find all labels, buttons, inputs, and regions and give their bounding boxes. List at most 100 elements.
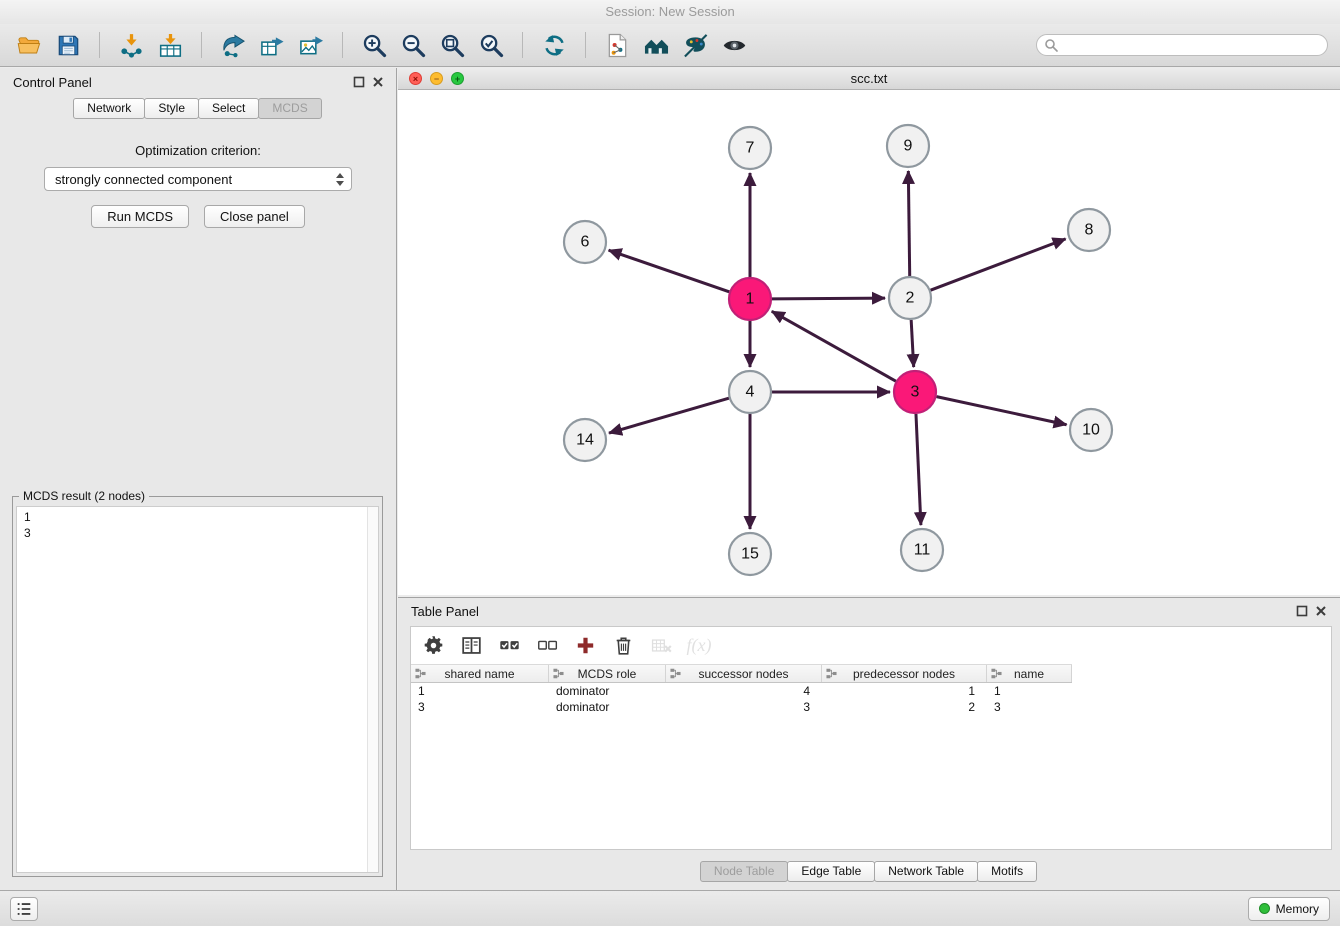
main-area: Control Panel NetworkStyleSelectMCDS Opt…	[0, 68, 1340, 890]
zoom-fit-button[interactable]	[435, 29, 469, 61]
table-cell: 2	[822, 699, 987, 715]
edge-4-14[interactable]	[609, 398, 729, 433]
export-network-button[interactable]	[216, 29, 250, 61]
zoom-out-button[interactable]	[396, 29, 430, 61]
float-table-panel-icon[interactable]	[1296, 605, 1308, 617]
show-columns-button[interactable]	[459, 634, 483, 658]
table-row[interactable]: 1dominator411	[411, 683, 1331, 699]
save-session-icon	[56, 33, 81, 58]
home-layout-button[interactable]	[639, 29, 673, 61]
node-label: 8	[1085, 222, 1094, 239]
memory-label: Memory	[1276, 902, 1319, 916]
export-image-button[interactable]	[294, 29, 328, 61]
edge-2-9[interactable]	[908, 171, 909, 276]
node-14[interactable]: 14	[564, 419, 606, 461]
export-table-button[interactable]	[255, 29, 289, 61]
node-11[interactable]: 11	[901, 529, 943, 571]
edge-2-3[interactable]	[911, 320, 914, 367]
tab-network[interactable]: Network	[73, 98, 145, 119]
column-header-successor-nodes[interactable]: successor nodes	[666, 665, 822, 682]
select-all-button[interactable]	[497, 634, 521, 658]
node-1[interactable]: 1	[729, 278, 771, 320]
search-input[interactable]	[1036, 34, 1328, 56]
node-4[interactable]: 4	[729, 371, 771, 413]
node-8[interactable]: 8	[1068, 209, 1110, 251]
column-header-mcds-role[interactable]: MCDS role	[549, 665, 666, 682]
network-document-icon	[605, 33, 630, 58]
network-document-button[interactable]	[600, 29, 634, 61]
import-table-button[interactable]	[153, 29, 187, 61]
table-toolbar: f(x)	[411, 627, 1331, 664]
tab-network-table[interactable]: Network Table	[874, 861, 978, 882]
close-table-panel-icon[interactable]	[1315, 605, 1327, 617]
node-15[interactable]: 15	[729, 533, 771, 575]
delete-row-button[interactable]	[611, 634, 635, 658]
edge-3-1[interactable]	[772, 311, 896, 381]
node-2[interactable]: 2	[889, 277, 931, 319]
tab-style[interactable]: Style	[144, 98, 199, 119]
table-cell: 1	[822, 683, 987, 699]
table-cell: 4	[666, 683, 822, 699]
refresh-network-button[interactable]	[537, 29, 571, 61]
search-icon	[1044, 38, 1058, 52]
tab-mcds[interactable]: MCDS	[258, 98, 321, 119]
column-label: shared name	[444, 667, 514, 681]
tab-motifs[interactable]: Motifs	[977, 861, 1037, 882]
edge-1-6[interactable]	[609, 250, 730, 292]
toolbar-separator	[99, 32, 100, 58]
column-sort-icon	[415, 668, 426, 679]
float-panel-icon[interactable]	[353, 76, 365, 88]
zoom-out-icon	[401, 33, 426, 58]
toolbar-separator	[342, 32, 343, 58]
delete-table-button	[649, 634, 673, 658]
node-label: 3	[911, 384, 920, 401]
minimize-window-icon[interactable]	[430, 72, 443, 85]
node-10[interactable]: 10	[1070, 409, 1112, 451]
unselect-all-button[interactable]	[535, 634, 559, 658]
edge-2-8[interactable]	[931, 239, 1066, 290]
close-window-icon[interactable]	[409, 72, 422, 85]
style-paint-button[interactable]	[678, 29, 712, 61]
column-label: predecessor nodes	[853, 667, 955, 681]
node-label: 11	[914, 542, 931, 559]
save-session-button[interactable]	[51, 29, 85, 61]
edge-1-2[interactable]	[772, 298, 885, 299]
column-header-shared-name[interactable]: shared name	[411, 665, 549, 682]
maximize-window-icon[interactable]	[451, 72, 464, 85]
zoom-in-button[interactable]	[357, 29, 391, 61]
mcds-result-box[interactable]: 13	[16, 506, 379, 873]
network-canvas[interactable]: 7 9 6 8 1 2 4 3 14 10 15 11	[398, 90, 1340, 594]
node-6[interactable]: 6	[564, 221, 606, 263]
function-builder-icon: f(x)	[687, 635, 712, 656]
status-bar: Memory	[0, 890, 1340, 926]
tab-select[interactable]: Select	[198, 98, 259, 119]
run-mcds-button[interactable]: Run MCDS	[91, 205, 189, 228]
node-7[interactable]: 7	[729, 127, 771, 169]
node-3[interactable]: 3	[894, 371, 936, 413]
column-header-name[interactable]: name	[987, 665, 1072, 682]
control-panel: Control Panel NetworkStyleSelectMCDS Opt…	[0, 68, 397, 890]
settings-gear-button[interactable]	[421, 634, 445, 658]
memory-button[interactable]: Memory	[1248, 897, 1330, 921]
column-header-predecessor-nodes[interactable]: predecessor nodes	[822, 665, 987, 682]
tab-edge-table[interactable]: Edge Table	[787, 861, 875, 882]
node-9[interactable]: 9	[887, 125, 929, 167]
add-row-button[interactable]	[573, 634, 597, 658]
show-hide-eye-button[interactable]	[717, 29, 751, 61]
import-network-button[interactable]	[114, 29, 148, 61]
table-cell: 3	[987, 699, 1072, 715]
control-panel-tabs: NetworkStyleSelectMCDS	[0, 98, 396, 119]
table-row[interactable]: 3dominator323	[411, 699, 1331, 715]
optimization-criterion-select[interactable]: strongly connected component	[44, 167, 352, 191]
edge-3-11[interactable]	[916, 414, 921, 525]
close-panel-button[interactable]: Close panel	[204, 205, 305, 228]
task-history-button[interactable]	[10, 897, 38, 921]
edge-3-10[interactable]	[937, 397, 1067, 425]
zoom-selected-button[interactable]	[474, 29, 508, 61]
close-panel-icon[interactable]	[372, 76, 384, 88]
tab-node-table[interactable]: Node Table	[700, 861, 789, 882]
show-hide-eye-icon	[722, 33, 747, 58]
show-columns-icon	[461, 635, 482, 656]
open-file-button[interactable]	[12, 29, 46, 61]
result-scrollbar[interactable]	[367, 507, 378, 872]
